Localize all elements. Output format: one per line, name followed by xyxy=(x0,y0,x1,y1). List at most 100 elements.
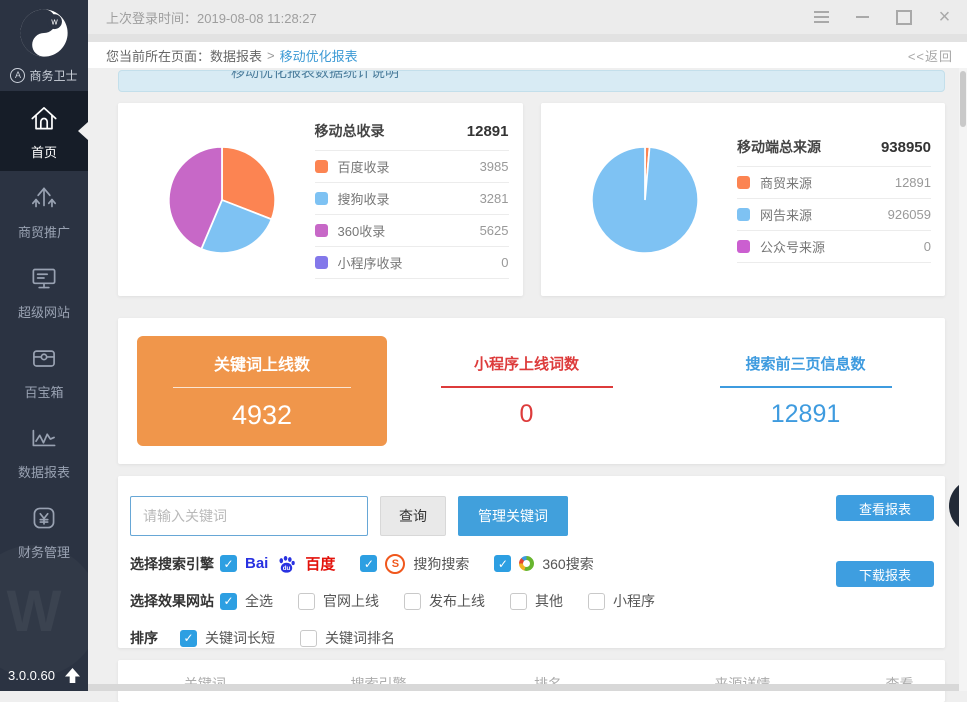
checkbox-unchecked-icon xyxy=(300,630,317,647)
pie-legend-rows: 百度收录3985搜狗收录3281360收录5625小程序收录0 xyxy=(315,151,509,279)
checkbox-kw-length[interactable]: ✓关键词长短 xyxy=(180,628,275,648)
sidebar: w A 商务卫士 首页商贸推广超级网站百宝箱数据报表财务管理 W 3.0.0.6… xyxy=(0,0,88,691)
legend-swatch xyxy=(315,224,328,237)
notice-banner: 移动优化报表数据统计说明 xyxy=(118,70,945,92)
close-icon[interactable]: × xyxy=(924,0,965,34)
vertical-scrollbar[interactable] xyxy=(959,68,967,691)
checkbox-360[interactable]: ✓360搜索 xyxy=(494,554,593,574)
app-mini-badge-icon: A xyxy=(10,68,25,83)
home-icon xyxy=(27,101,61,135)
checkbox-checked-icon: ✓ xyxy=(220,593,237,610)
checkbox-unchecked-icon xyxy=(404,593,421,610)
sidebar-nav: 首页商贸推广超级网站百宝箱数据报表财务管理 xyxy=(0,91,88,571)
pie-slice-网告来源 xyxy=(591,146,697,252)
stat-miniapp-words: 小程序上线词数 0 xyxy=(387,353,666,429)
breadcrumb-prefix: 您当前所在页面：数据报表 xyxy=(106,46,262,65)
sidebar-item-toolbox[interactable]: 百宝箱 xyxy=(0,331,88,411)
app-name: 商务卫士 xyxy=(29,67,77,84)
manage-keywords-button[interactable]: 管理关键词 xyxy=(458,496,568,536)
notice-banner-text: 移动优化报表数据统计说明 xyxy=(231,70,399,82)
checkbox-publish[interactable]: 发布上线 xyxy=(404,591,485,611)
legend-swatch xyxy=(737,176,750,189)
maximize-icon[interactable] xyxy=(883,0,924,34)
promotion-icon xyxy=(27,181,61,215)
last-login-text: 上次登录时间：2019-08-08 11:28:27 xyxy=(106,8,317,27)
checkbox-checked-icon: ✓ xyxy=(180,630,197,647)
checkbox-other[interactable]: 其他 xyxy=(510,591,563,611)
site-options: ✓ 全选 官网上线 发布上线 其他 小程序 xyxy=(220,591,655,611)
sidebar-item-report[interactable]: 数据报表 xyxy=(0,411,88,491)
sort-row-label: 排序 xyxy=(130,628,158,648)
checkbox-checked-icon: ✓ xyxy=(494,555,511,572)
chart-cards-row: 移动总收录 12891 百度收录3985搜狗收录3281360收录5625小程序… xyxy=(118,103,945,296)
pie-chart-indexed xyxy=(164,142,280,258)
pie-chart-sources xyxy=(587,142,703,258)
checkbox-miniapp[interactable]: 小程序 xyxy=(588,591,655,611)
toolbox-icon xyxy=(27,341,61,375)
back-link[interactable]: <<返回 xyxy=(908,46,953,65)
legend-value: 3985 xyxy=(480,159,509,174)
menu-icon[interactable] xyxy=(801,0,842,34)
report-icon xyxy=(27,421,61,455)
checkbox-label: 发布上线 xyxy=(429,591,485,611)
baidu-paw-icon: du xyxy=(277,554,296,573)
site-filter-row: 选择效果网站 ✓ 全选 官网上线 发布上线 其他 小程序 xyxy=(130,591,945,611)
stat-divider xyxy=(173,387,351,388)
sidebar-item-promotion[interactable]: 商贸推广 xyxy=(0,171,88,251)
checkbox-kw-rank[interactable]: 关键词排名 xyxy=(300,628,395,648)
legend-row-搜狗收录: 搜狗收录 3281 xyxy=(315,183,509,215)
sidebar-item-label: 首页 xyxy=(31,142,57,161)
legend-swatch xyxy=(315,160,328,173)
legend-row-网告来源: 网告来源926059 xyxy=(737,199,931,231)
pie-title: 移动端总来源 xyxy=(737,137,821,157)
pie-legend: 移动总收录 12891 百度收录3985搜狗收录3281360收录5625小程序… xyxy=(315,121,509,279)
legend-row-商贸来源: 商贸来源12891 xyxy=(737,167,931,199)
stat-value: 12891 xyxy=(771,400,841,429)
app-name-row: A 商务卫士 xyxy=(0,67,88,84)
sidebar-item-home[interactable]: 首页 xyxy=(0,91,88,171)
baidu-logo-latin: Bai xyxy=(245,555,268,572)
checkbox-label: 官网上线 xyxy=(323,591,379,611)
scrollbar-thumb[interactable] xyxy=(960,71,966,127)
checkbox-all[interactable]: ✓ 全选 xyxy=(220,591,273,611)
baidu-logo-cn: 百度 xyxy=(305,553,335,574)
legend-label: 商贸来源 xyxy=(760,173,812,192)
engine-options: ✓ Baidu 百度 ✓S搜狗搜索 ✓360搜索 xyxy=(220,553,594,574)
sort-filter-row: 排序 ✓关键词长短 关键词排名 xyxy=(130,628,945,648)
stat-divider xyxy=(441,386,613,388)
stat-label: 关键词上线数 xyxy=(214,351,310,375)
pie-card-sources: 移动端总来源 938950 商贸来源12891网告来源926059公众号来源0 xyxy=(541,103,946,296)
sidebar-item-label: 超级网站 xyxy=(18,302,70,321)
legend-swatch xyxy=(315,192,328,205)
checkbox-official[interactable]: 官网上线 xyxy=(298,591,379,611)
view-report-button[interactable]: 查看报表 xyxy=(836,495,934,521)
bottom-scroll-strip xyxy=(88,684,967,691)
checkbox-label: 全选 xyxy=(245,591,273,611)
pie-total: 938950 xyxy=(881,139,931,156)
checkbox-unchecked-icon xyxy=(298,593,315,610)
query-button[interactable]: 查询 xyxy=(380,496,446,536)
checkbox-sogou[interactable]: ✓S搜狗搜索 xyxy=(360,554,469,574)
keyword-search-input[interactable] xyxy=(130,496,368,536)
legend-value: 3281 xyxy=(480,191,509,206)
sidebar-item-label: 数据报表 xyxy=(18,462,70,481)
checkbox-label: 其他 xyxy=(535,591,563,611)
checkbox-unchecked-icon xyxy=(588,593,605,610)
legend-value: 0 xyxy=(501,255,508,270)
legend-row-360收录: 360收录5625 xyxy=(315,215,509,247)
pie-card-indexed: 移动总收录 12891 百度收录3985搜狗收录3281360收录5625小程序… xyxy=(118,103,523,296)
checkbox-baidu[interactable]: ✓Baidu百度 xyxy=(220,553,335,574)
legend-label: 公众号来源 xyxy=(760,237,825,256)
results-table-header: 关键词搜索引擎排名来源详情查看 xyxy=(118,660,945,702)
legend-label: 360收录 xyxy=(338,221,386,240)
stat-divider xyxy=(720,386,892,388)
update-arrow-icon[interactable] xyxy=(65,668,80,683)
titlebar-divider xyxy=(88,34,967,42)
sidebar-item-website[interactable]: 超级网站 xyxy=(0,251,88,331)
site-row-label: 选择效果网站 xyxy=(130,591,220,611)
legend-label: 搜狗收录 xyxy=(338,189,390,208)
pie-legend-rows: 商贸来源12891网告来源926059公众号来源0 xyxy=(737,167,931,263)
download-report-button[interactable]: 下载报表 xyxy=(836,561,934,587)
minimize-icon[interactable] xyxy=(842,0,883,34)
breadcrumb-current-link[interactable]: 移动优化报表 xyxy=(280,46,358,65)
